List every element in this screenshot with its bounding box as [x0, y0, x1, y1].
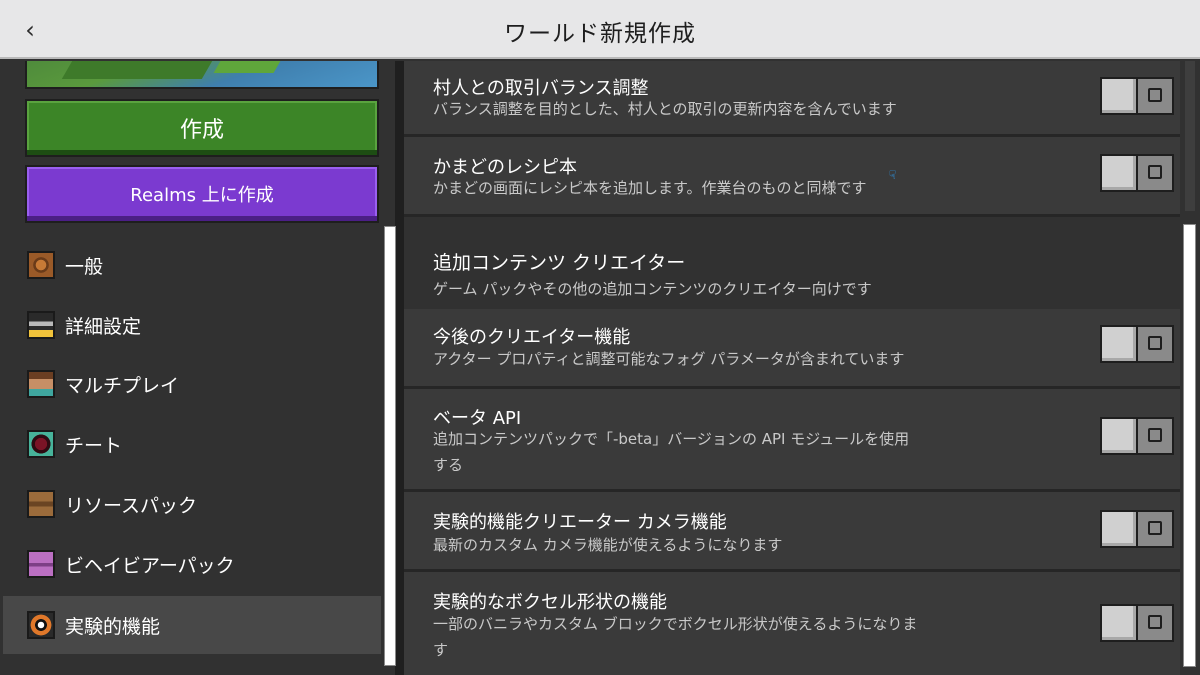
off-indicator-icon — [1148, 165, 1162, 179]
sidebar-item-general[interactable]: 一般 — [3, 236, 381, 294]
sidebar-item-advanced-settings[interactable]: 詳細設定 — [3, 296, 381, 354]
sidebar-item-label: 詳細設定 — [65, 315, 142, 338]
sidebar-scrollbar[interactable] — [384, 226, 396, 666]
toggle-switch[interactable] — [1100, 325, 1174, 363]
multiplayer-icon — [27, 370, 55, 398]
setting-description-continued: す — [433, 641, 449, 659]
sidebar-item-label: 一般 — [65, 255, 104, 278]
setting-description: かまどの画面にレシピ本を追加します。作業台のものと同様です — [433, 179, 867, 197]
off-indicator-icon — [1148, 428, 1162, 442]
section-title: 追加コンテンツ クリエイター — [433, 252, 686, 274]
toggle-switch[interactable] — [1100, 417, 1174, 455]
setting-row-furnace-recipe-book: かまどのレシピ本 かまどの画面にレシピ本を追加します。作業台のものと同様です — [404, 137, 1180, 217]
create-on-realms-button[interactable]: Realms 上に作成 — [25, 165, 379, 223]
sidebar-item-label: マルチプレイ — [65, 374, 180, 397]
sidebar-item-multiplayer[interactable]: マルチプレイ — [3, 355, 381, 413]
title-bar: ‹ ワールド新規作成 — [0, 0, 1200, 59]
sidebar-item-label: 実験的機能 — [65, 615, 161, 638]
off-indicator-icon — [1148, 615, 1162, 629]
setting-row-villager-trade: 村人との取引バランス調整 バランス調整を目的とした、村人との取引の更新内容を含ん… — [404, 61, 1180, 137]
general-icon — [27, 251, 55, 279]
sidebar-item-label: チート — [65, 434, 123, 457]
sidebar-item-resource-packs[interactable]: リソースパック — [3, 475, 381, 533]
setting-description: 追加コンテンツパックで「-beta」バージョンの API モジュールを使用 — [433, 430, 910, 448]
setting-description: アクター プロパティと調整可能なフォグ パラメータが含まれています — [433, 350, 905, 368]
toggle-switch[interactable] — [1100, 154, 1174, 192]
setting-row-beta-api: ベータ API 追加コンテンツパックで「-beta」バージョンの API モジュ… — [404, 389, 1180, 492]
off-indicator-icon — [1148, 336, 1162, 350]
resource-pack-icon — [27, 490, 55, 518]
off-indicator-icon — [1148, 521, 1162, 535]
setting-description: 最新のカスタム カメラ機能が使えるようになります — [433, 536, 783, 554]
sidebar-item-cheats[interactable]: チート — [3, 415, 381, 473]
sidebar-item-experiments[interactable]: 実験的機能 — [3, 596, 381, 654]
section-description: ゲーム パックやその他の追加コンテンツのクリエイター向けです — [433, 280, 872, 298]
setting-title: 実験的機能クリエーター カメラ機能 — [433, 512, 727, 533]
advanced-settings-icon — [27, 311, 55, 339]
sidebar-item-label: ビヘイビアーパック — [65, 554, 235, 577]
scroll-track — [1185, 61, 1195, 211]
panel-divider — [395, 61, 404, 675]
setting-description: バランス調整を目的とした、村人との取引の更新内容を含んでいます — [433, 100, 897, 118]
mouse-cursor-icon: ☟ — [889, 168, 897, 182]
setting-row-voxel-shapes: 実験的なボクセル形状の機能 一部のバニラやカスタム ブロックでボクセル形状が使え… — [404, 572, 1180, 675]
setting-description-continued: する — [433, 456, 464, 474]
behavior-pack-icon — [27, 550, 55, 578]
page-title: ワールド新規作成 — [504, 21, 696, 47]
toggle-switch[interactable] — [1100, 604, 1174, 642]
off-indicator-icon — [1148, 88, 1162, 102]
section-header-addon-creators: 追加コンテンツ クリエイター ゲーム パックやその他の追加コンテンツのクリエイタ… — [404, 218, 1180, 306]
sidebar-item-label: リソースパック — [65, 494, 198, 517]
world-preview-image — [25, 61, 379, 89]
cheats-icon — [27, 430, 55, 458]
sidebar-item-behavior-packs[interactable]: ビヘイビアーパック — [3, 535, 381, 593]
experiments-icon — [27, 611, 55, 639]
toggle-switch[interactable] — [1100, 510, 1174, 548]
create-button[interactable]: 作成 — [25, 99, 379, 157]
setting-row-upcoming-creator-features: 今後のクリエイター機能 アクター プロパティと調整可能なフォグ パラメータが含ま… — [404, 309, 1180, 389]
setting-row-creator-camera: 実験的機能クリエーター カメラ機能 最新のカスタム カメラ機能が使えるようになり… — [404, 492, 1180, 572]
setting-description: 一部のバニラやカスタム ブロックでボクセル形状が使えるようになりま — [433, 615, 918, 633]
settings-scrollbar[interactable] — [1183, 224, 1196, 667]
toggle-switch[interactable] — [1100, 77, 1174, 115]
